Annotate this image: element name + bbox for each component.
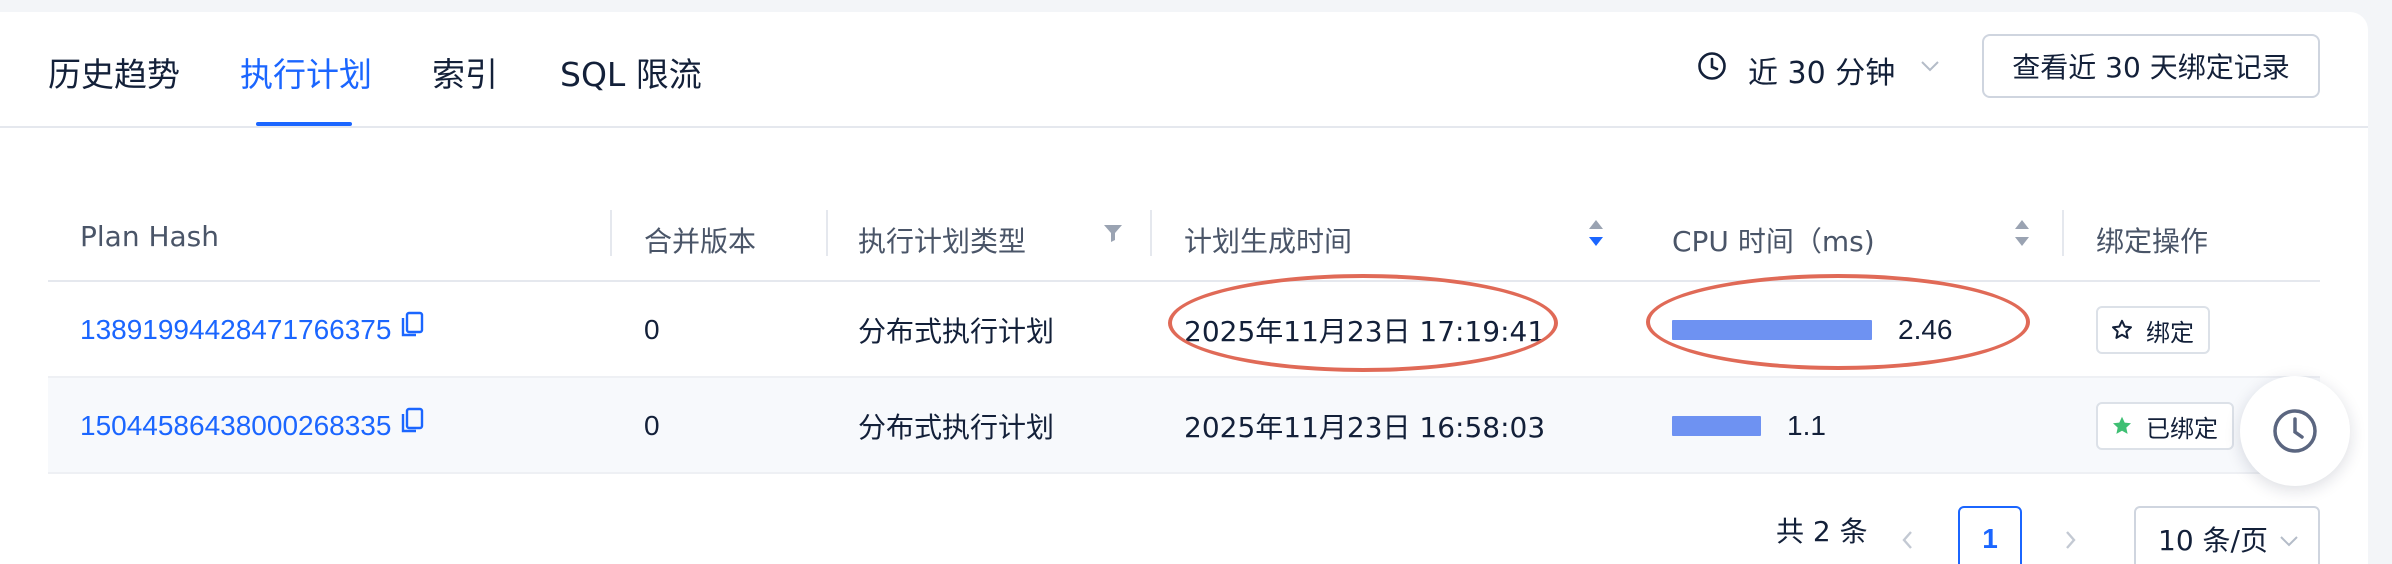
plan-type-cell: 分布式执行计划 [858, 315, 1055, 348]
column-bind-action: 绑定操作 [2096, 225, 2209, 258]
total-count: 共 2 条 [1776, 515, 1868, 548]
column-divider [826, 210, 828, 256]
tab-bar: 历史趋势 执行计划 索引 SQL 限流 近 30 分钟 查看近 30 天绑定记录 [0, 12, 2368, 128]
plan-type-cell: 分布式执行计划 [858, 411, 1055, 444]
execution-plan-table: Plan Hash 合并版本 执行计划类型 计划生成时间 CPU 时间（ms) … [48, 192, 2320, 474]
tab-history-trend[interactable]: 历史趋势 [48, 48, 180, 96]
cpu-time-bar [1672, 416, 1761, 436]
cpu-time-value: 2.46 [1898, 314, 1953, 345]
history-float-button[interactable] [2240, 376, 2350, 486]
column-divider [1150, 210, 1152, 256]
page-size-label: 10 条/页 [2158, 524, 2268, 557]
column-merge-version: 合并版本 [644, 225, 757, 258]
table-header: Plan Hash 合并版本 执行计划类型 计划生成时间 CPU 时间（ms) … [48, 192, 2320, 282]
plan-hash-cell: 15044586438000268335 [80, 378, 425, 474]
unbind-button[interactable]: 已绑定 [2096, 402, 2234, 450]
column-divider [610, 210, 612, 256]
bind-button[interactable]: 绑定 [2096, 306, 2210, 354]
bind-button-label: 绑定 [2146, 318, 2194, 347]
cpu-time-cell: 1.1 [1672, 378, 1826, 474]
merge-version-cell: 0 [644, 314, 660, 345]
generated-time-cell: 2025年11月23日 16:58:03 [1184, 411, 1546, 444]
time-range-label: 近 30 分钟 [1748, 56, 1896, 91]
view-bind-history-button[interactable]: 查看近 30 天绑定记录 [1982, 34, 2320, 98]
cpu-time-value: 1.1 [1787, 410, 1826, 441]
generated-time-cell: 2025年11月23日 17:19:41 [1184, 315, 1546, 348]
cpu-time-cell: 2.46 [1672, 282, 1953, 378]
chevron-down-icon [2280, 536, 2298, 547]
bind-button-label: 已绑定 [2146, 414, 2218, 443]
column-cpu-time: CPU 时间（ms) [1672, 225, 1875, 258]
cpu-time-bar [1672, 320, 1872, 340]
star-filled-icon [2113, 416, 2131, 434]
clock-icon [1698, 52, 1726, 80]
tab-execution-plan[interactable]: 执行计划 [240, 48, 372, 96]
copy-icon[interactable] [399, 311, 425, 339]
sort-icon[interactable] [2012, 216, 2032, 250]
prev-page-icon[interactable] [1896, 526, 1920, 554]
table-row: 13891994428471766375 0 分布式执行计划 2025年11月2… [48, 282, 2320, 378]
column-plan-hash: Plan Hash [80, 220, 220, 253]
table-row: 15044586438000268335 0 分布式执行计划 2025年11月2… [48, 378, 2320, 474]
clock-icon [2273, 409, 2317, 453]
tab-index[interactable]: 索引 [432, 48, 498, 96]
column-plan-type: 执行计划类型 [858, 225, 1027, 258]
next-page-icon[interactable] [2058, 526, 2082, 554]
plan-hash-cell: 13891994428471766375 [80, 282, 425, 378]
main-panel: 历史趋势 执行计划 索引 SQL 限流 近 30 分钟 查看近 30 天绑定记录… [0, 12, 2368, 564]
merge-version-cell: 0 [644, 410, 660, 441]
active-tab-indicator [256, 122, 352, 126]
time-range-select[interactable]: 近 30 分钟 [1690, 42, 1950, 92]
plan-hash-link[interactable]: 15044586438000268335 [80, 410, 391, 442]
copy-icon[interactable] [399, 407, 425, 435]
tab-sql-throttle[interactable]: SQL 限流 [560, 48, 702, 96]
plan-hash-link[interactable]: 13891994428471766375 [80, 314, 391, 346]
star-outline-icon [2112, 319, 2132, 339]
chevron-down-icon [1921, 61, 1939, 72]
sort-icon[interactable] [1586, 216, 1606, 250]
page-number-button[interactable]: 1 [1958, 506, 2022, 564]
filter-icon[interactable] [1102, 222, 1124, 244]
page-size-select[interactable]: 10 条/页 [2134, 506, 2320, 564]
column-divider [2062, 210, 2064, 256]
column-generated-time: 计划生成时间 [1184, 225, 1353, 258]
